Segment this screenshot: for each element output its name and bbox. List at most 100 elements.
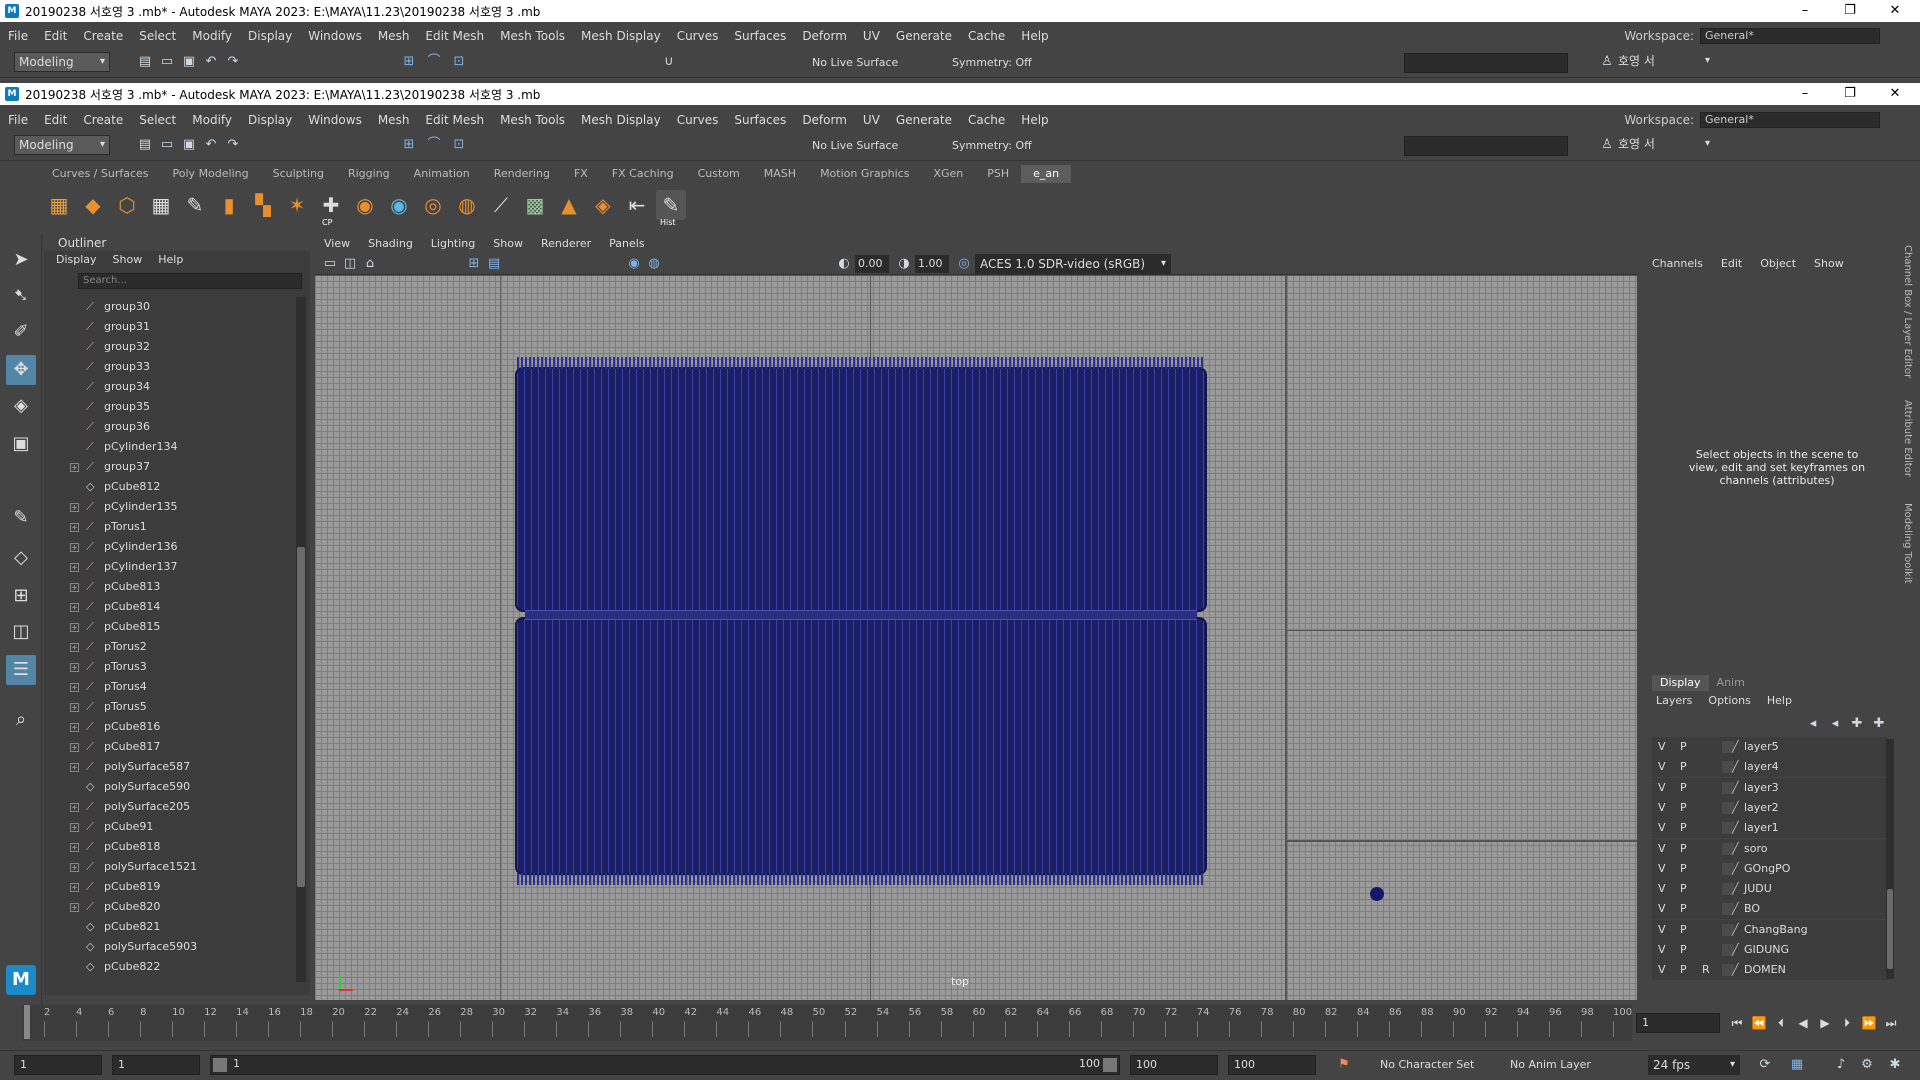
menu-mesh-display[interactable]: Mesh Display (573, 29, 669, 43)
animation-start-field[interactable]: 1 (14, 1055, 102, 1075)
layer-row-gongpo[interactable]: V P ╱ GOngPO (1652, 858, 1888, 879)
current-frame-field[interactable]: 1 (1636, 1013, 1720, 1033)
expand-icon[interactable]: + (70, 803, 79, 812)
outliner-search-input[interactable]: Search... (78, 273, 302, 289)
animation-end-field[interactable]: 100 (1228, 1055, 1316, 1075)
layer-visibility-toggle[interactable]: V (1658, 879, 1666, 899)
outliner-item-group36[interactable]: ⟋ group36 (44, 417, 294, 437)
new-layer-selected-icon[interactable]: ✚ (1870, 715, 1888, 733)
menu-display[interactable]: Display (240, 113, 300, 127)
menu-mesh-tools[interactable]: Mesh Tools (492, 29, 573, 43)
layer-playback-toggle[interactable]: P (1680, 960, 1687, 980)
save-scene-icon-inner[interactable]: ▣ (180, 136, 198, 154)
layer-row-bo[interactable]: V P ╱ BO (1652, 899, 1888, 920)
shelf-cube-icon[interactable]: ▦ (44, 190, 74, 220)
viewport-menu-lighting[interactable]: Lighting (422, 235, 484, 253)
outer-workspace-select[interactable]: General* (1700, 27, 1880, 44)
layer-menu-layers[interactable]: Layers (1656, 694, 1692, 707)
menu-file[interactable]: File (0, 29, 36, 43)
viewport-menu-renderer[interactable]: Renderer (532, 235, 600, 253)
shelf-pencil-icon[interactable]: ✎ (180, 190, 210, 220)
expand-icon[interactable]: + (70, 663, 79, 672)
layer-tab-display[interactable]: Display (1652, 675, 1709, 691)
expand-icon[interactable]: + (70, 703, 79, 712)
menu-modify[interactable]: Modify (184, 29, 240, 43)
shelf-grid-icon[interactable]: ▦ (146, 190, 176, 220)
outliner-item-pcube815[interactable]: + ⟋ pCube815 (44, 617, 294, 637)
color-space-select[interactable]: ACES 1.0 SDR-video (sRGB) (975, 254, 1171, 274)
settings-icon[interactable]: ⚙ (1858, 1056, 1876, 1074)
outer-mode-select[interactable]: Modeling (14, 52, 110, 72)
redo-icon[interactable]: ↷ (224, 53, 242, 71)
shelf-extrude-icon[interactable]: ▮ (214, 190, 244, 220)
expand-icon[interactable]: + (70, 843, 79, 852)
menu-edit-mesh[interactable]: Edit Mesh (417, 29, 492, 43)
outliner-item-pcube813[interactable]: + ⟋ pCube813 (44, 577, 294, 597)
menu-surfaces[interactable]: Surfaces (726, 29, 794, 43)
side-tab-attribute-editor[interactable]: Attribute Editor (1902, 400, 1913, 477)
viewport-menu-show[interactable]: Show (484, 235, 532, 253)
outliner-item-polysurface5903[interactable]: ◇ polySurface5903 (44, 937, 294, 957)
layer-visibility-toggle[interactable]: V (1658, 920, 1666, 940)
layer-visibility-toggle[interactable]: V (1658, 757, 1666, 777)
grid-toggle-icon[interactable]: ⊞ (465, 255, 483, 273)
expand-icon[interactable]: + (70, 563, 79, 572)
menu-edit-mesh[interactable]: Edit Mesh (417, 113, 492, 127)
shelf-poly-cube-icon[interactable]: ◆ (78, 190, 108, 220)
layer-reference-toggle[interactable]: R (1702, 960, 1710, 980)
expand-icon[interactable]: + (70, 723, 79, 732)
undo-icon-inner[interactable]: ↶ (202, 136, 220, 154)
layer-row-soro[interactable]: V P ╱ soro (1652, 838, 1888, 859)
menu-curves[interactable]: Curves (669, 29, 727, 43)
channel-menu-edit[interactable]: Edit (1721, 257, 1742, 270)
shelf-tab-mash[interactable]: MASH (752, 165, 808, 183)
menu-deform[interactable]: Deform (794, 29, 855, 43)
expand-icon[interactable]: + (70, 823, 79, 832)
step-forward-key-icon[interactable]: ⏩ (1860, 1013, 1878, 1033)
outliner-item-pcube817[interactable]: + ⟋ pCube817 (44, 737, 294, 757)
outliner-item-group37[interactable]: + ⟋ group37 (44, 457, 294, 477)
outliner-item-group35[interactable]: ⟋ group35 (44, 397, 294, 417)
layer-playback-toggle[interactable]: P (1680, 899, 1687, 919)
outliner-item-polysurface1521[interactable]: + ⟋ polySurface1521 (44, 857, 294, 877)
time-ruler[interactable]: 2 4 6 8 10 12 14 16 18 20 22 24 26 28 30 32 34 36 38 40 42 44… (22, 1005, 1632, 1041)
outliner-item-ptorus4[interactable]: + ⟋ pTorus4 (44, 677, 294, 697)
expand-icon[interactable]: + (70, 743, 79, 752)
layer-playback-toggle[interactable]: P (1680, 940, 1687, 960)
step-back-key-icon[interactable]: ⏪ (1750, 1013, 1768, 1033)
menu-surfaces[interactable]: Surfaces (726, 113, 794, 127)
expand-icon[interactable]: + (70, 543, 79, 552)
layout-two-icon[interactable]: ◫ (6, 617, 36, 647)
menu-edit[interactable]: Edit (36, 113, 75, 127)
layer-playback-toggle[interactable]: P (1680, 757, 1687, 777)
menu-curves[interactable]: Curves (669, 113, 727, 127)
expand-icon[interactable]: + (70, 903, 79, 912)
open-scene-icon-inner[interactable]: ▭ (158, 136, 176, 154)
shelf-tab-e-an[interactable]: e_an (1021, 165, 1072, 183)
snap-point-icon-inner[interactable]: ⊡ (450, 136, 468, 154)
step-back-frame-icon[interactable]: ⏴ (1772, 1013, 1790, 1033)
shelf-tab-psh[interactable]: PSH (975, 165, 1021, 183)
menu-select[interactable]: Select (131, 113, 184, 127)
outer-live-surface[interactable]: No Live Surface (812, 54, 898, 72)
outliner-item-ptorus2[interactable]: + ⟋ pTorus2 (44, 637, 294, 657)
menu-help[interactable]: Help (1013, 113, 1056, 127)
layer-visibility-toggle[interactable]: V (1658, 798, 1666, 818)
menu-create[interactable]: Create (75, 29, 131, 43)
lasso-tool-icon[interactable]: ➷ (6, 281, 36, 311)
layer-row-layer3[interactable]: V P ╱ layer3 (1652, 777, 1888, 798)
shelf-tab-rendering[interactable]: Rendering (482, 165, 562, 183)
loop-icon[interactable]: ⟳ (1756, 1056, 1774, 1074)
outliner-item-ptorus3[interactable]: + ⟋ pTorus3 (44, 657, 294, 677)
shelf-uv-icon[interactable]: ▩ (520, 190, 550, 220)
outer-symmetry[interactable]: Symmetry: Off (952, 54, 1032, 72)
shelf-tab-fx-caching[interactable]: FX Caching (600, 165, 686, 183)
shelf-sphere-icon[interactable]: ◉ (350, 190, 380, 220)
new-scene-icon[interactable]: ▤ (136, 53, 154, 71)
step-forward-frame-icon[interactable]: ⏵ (1838, 1013, 1856, 1033)
outliner-layout-icon[interactable]: ☰ (6, 655, 36, 685)
layer-menu-help[interactable]: Help (1767, 694, 1792, 707)
layer-row-layer4[interactable]: V P ╱ layer4 (1652, 757, 1888, 778)
menu-cache[interactable]: Cache (960, 29, 1013, 43)
outliner-item-pcube820[interactable]: + ⟋ pCube820 (44, 897, 294, 917)
